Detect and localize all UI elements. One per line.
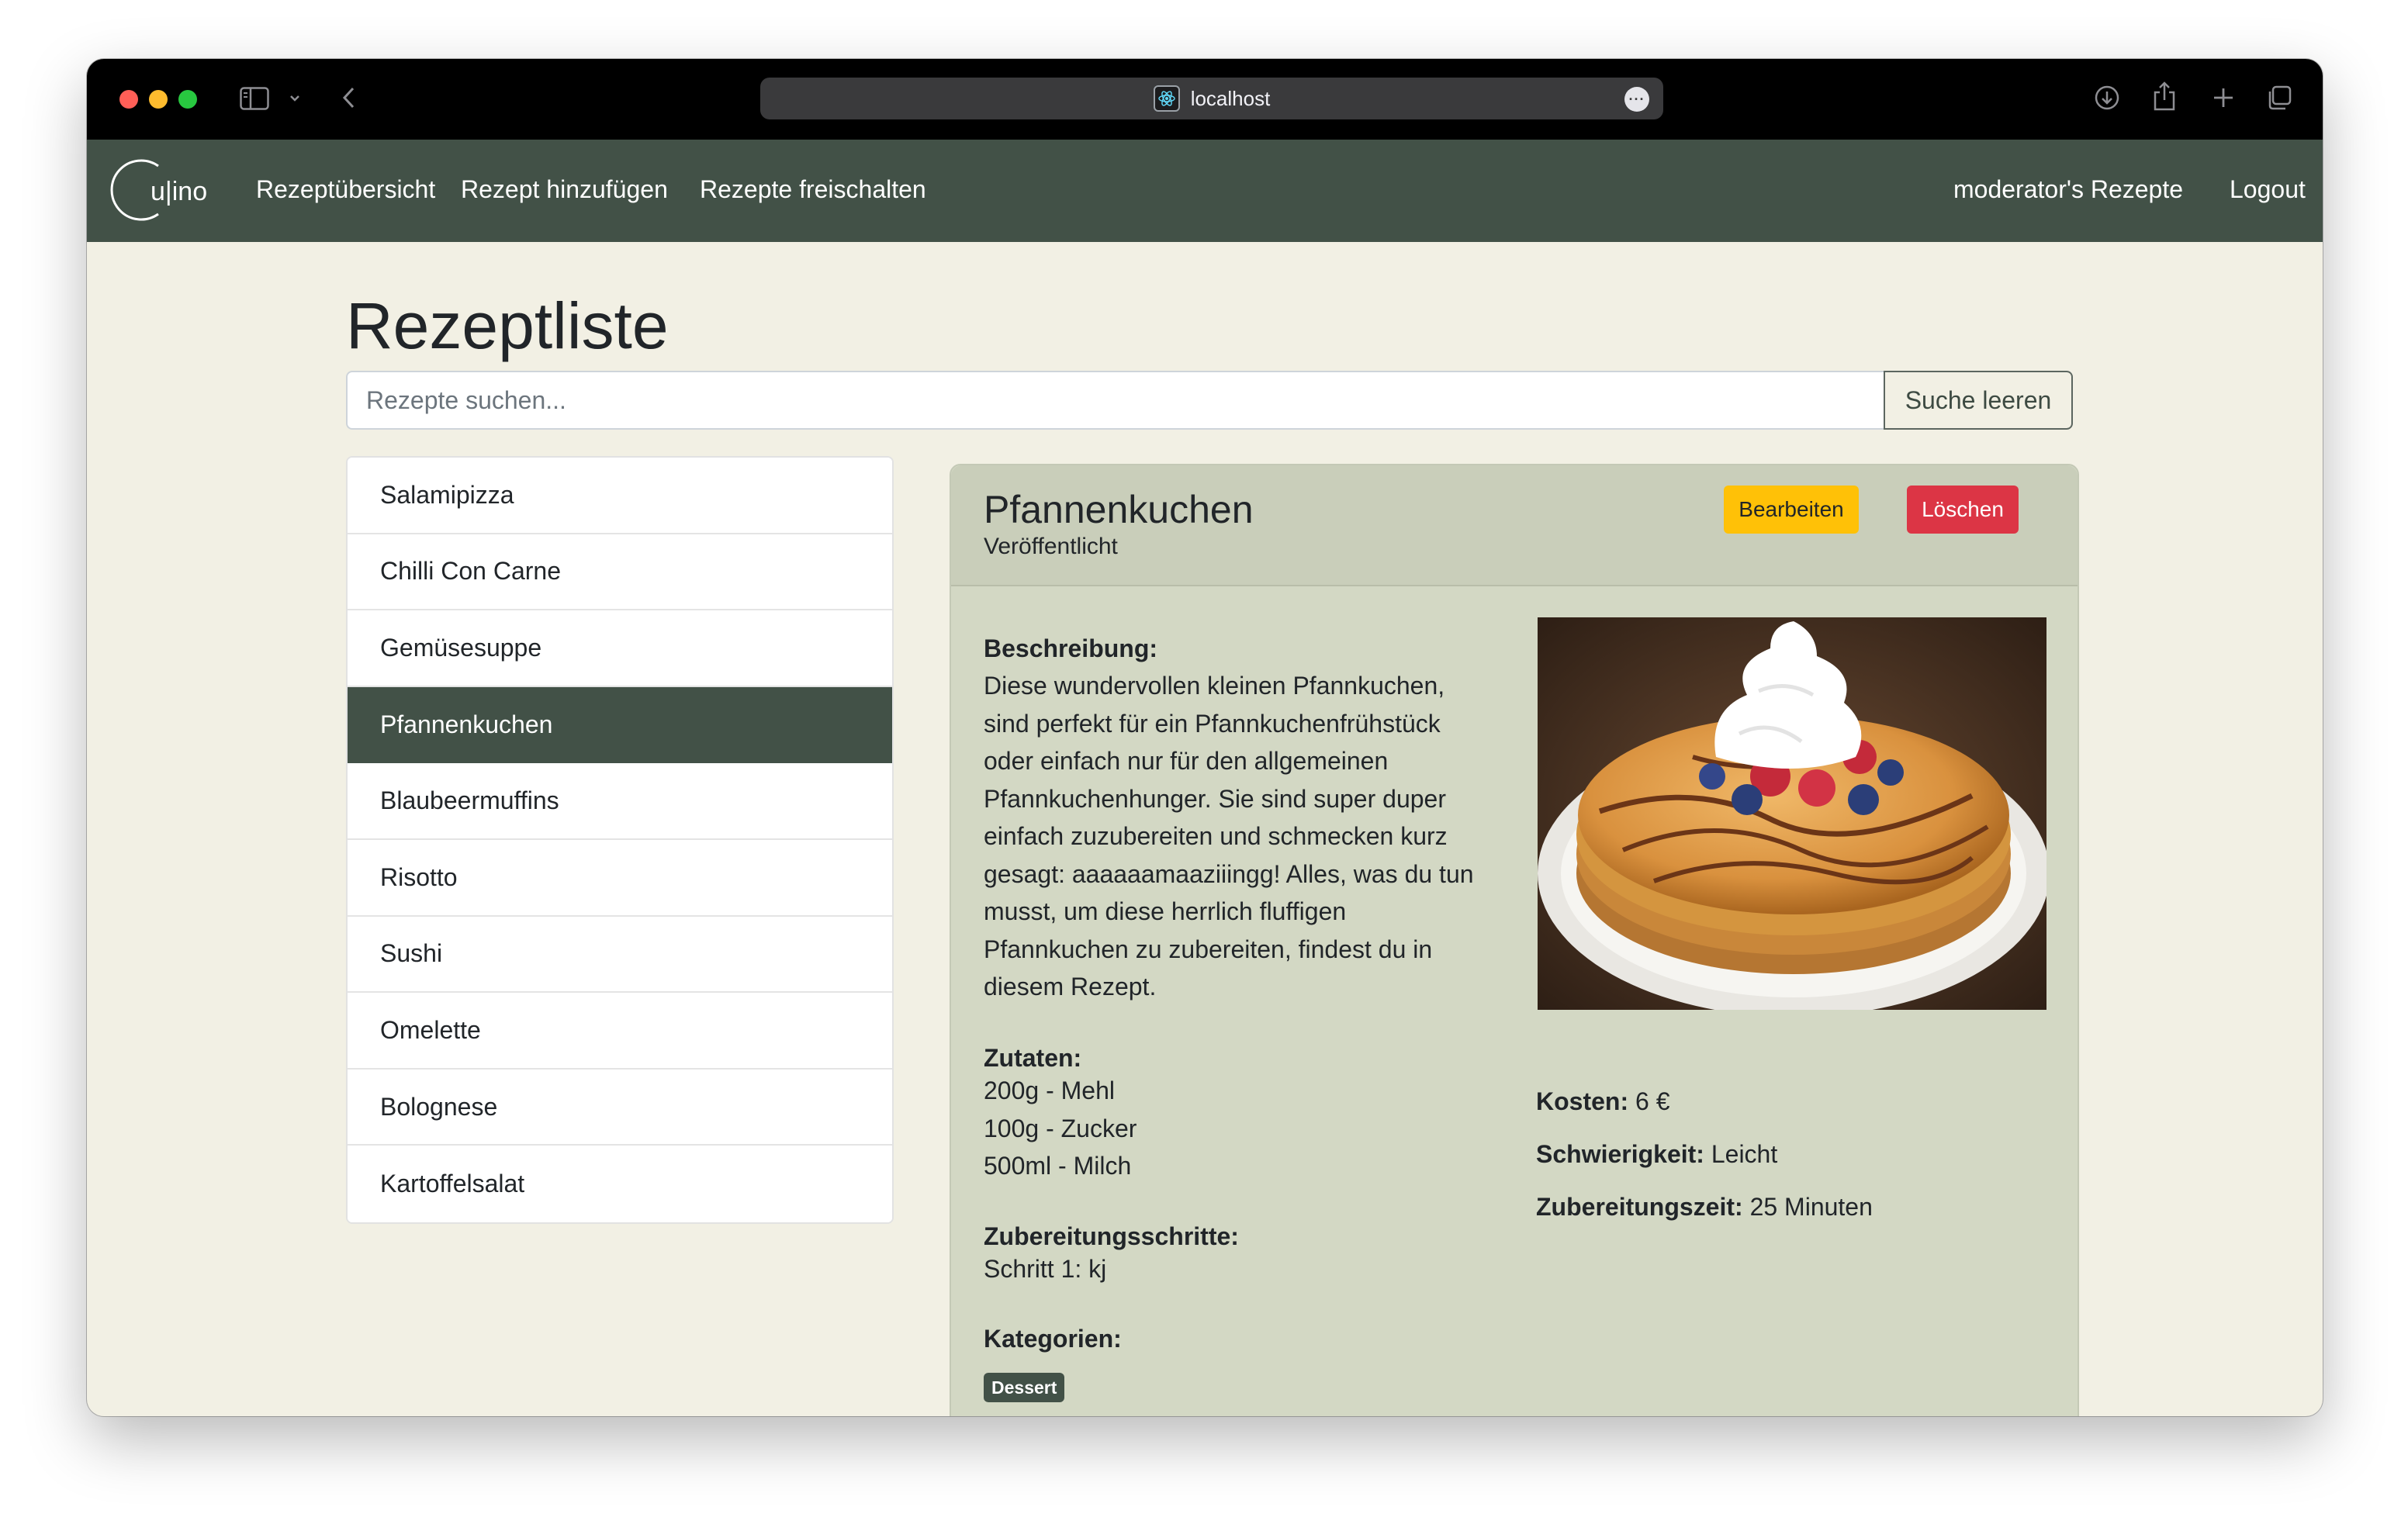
steps-list: Schritt 1: kj: [984, 1250, 1106, 1288]
recipe-detail-card: Pfannenkuchen Veröffentlicht Bearbeiten …: [950, 464, 2079, 1416]
recipe-image: [1538, 617, 2046, 1010]
description-line: einfach zuzubereiten und schmecken kurz: [984, 822, 1448, 850]
share-icon[interactable]: [2149, 79, 2180, 113]
time-value: 25 Minuten: [1749, 1193, 1873, 1221]
delete-button[interactable]: Löschen: [1907, 486, 2019, 534]
tab-overview-icon[interactable]: [2264, 82, 2295, 113]
recipe-list-item[interactable]: Sushi: [348, 916, 892, 994]
nav-recipe-overview[interactable]: Rezeptübersicht: [256, 175, 435, 204]
recipe-list-item[interactable]: Blaubeermuffins: [348, 763, 892, 840]
time-info: Zubereitungszeit: 25 Minuten: [1536, 1193, 1873, 1222]
description-label: Beschreibung:: [984, 634, 1158, 662]
recipe-title: Pfannenkuchen: [984, 488, 1254, 531]
recipe-status: Veröffentlicht: [984, 534, 1118, 559]
cost-value: 6 €: [1635, 1087, 1670, 1115]
brand-text: u|ino: [150, 177, 207, 206]
recipe-list-item[interactable]: Chilli Con Carne: [348, 534, 892, 611]
browser-window: localhost ··· u|ino Rezeptübersicht Reze…: [87, 59, 2323, 1416]
recipe-list-item[interactable]: Risotto: [348, 839, 892, 917]
chevron-down-icon[interactable]: [285, 85, 304, 112]
brand-logo[interactable]: u|ino: [110, 157, 227, 223]
difficulty-info: Schwierigkeit: Leicht: [1536, 1140, 1777, 1169]
ingredient-item: 500ml - Milch: [984, 1152, 1132, 1180]
description-line: diesem Rezept.: [984, 973, 1157, 1001]
description-line: musst, um diese herrlich fluffigen: [984, 897, 1347, 925]
nav-unlock-recipes[interactable]: Rezepte freischalten: [700, 175, 926, 204]
ingredient-item: 200g - Mehl: [984, 1077, 1115, 1104]
recipe-list-item[interactable]: Gemüsesuppe: [348, 610, 892, 687]
description-line: Pfannkuchen zu zubereiten, findest du in: [984, 935, 1433, 963]
edit-button[interactable]: Bearbeiten: [1724, 486, 1859, 534]
description-line: Diese wundervollen kleinen Pfannkuchen,: [984, 672, 1445, 700]
time-label: Zubereitungszeit:: [1536, 1193, 1743, 1221]
description-line: sind perfekt für ein Pfannkuchenfrühstüc…: [984, 709, 1441, 738]
url-text: localhost: [1190, 86, 1271, 110]
zoom-window-button[interactable]: [178, 90, 197, 109]
categories-label: Kategorien:: [984, 1325, 1122, 1353]
react-favicon-icon: [1153, 85, 1180, 112]
sidebar-toggle-icon[interactable]: [239, 85, 270, 112]
ingredients-list: 200g - Mehl 100g - Zucker 500ml - Milch: [984, 1072, 1137, 1185]
download-icon[interactable]: [2091, 82, 2123, 113]
search-input[interactable]: [346, 371, 1884, 430]
description-text: Diese wundervollen kleinen Pfannkuchen, s…: [984, 667, 1488, 1006]
description-line: gesagt: aaaaaamaaziiingg! Alles, was du …: [984, 859, 1474, 888]
difficulty-label: Schwierigkeit:: [1536, 1140, 1704, 1168]
app-navbar: u|ino Rezeptübersicht Rezept hinzufügen …: [87, 140, 2323, 242]
ingredient-item: 100g - Zucker: [984, 1114, 1137, 1142]
category-badge: Dessert: [984, 1373, 1065, 1402]
browser-titlebar: localhost ···: [87, 59, 2323, 140]
nav-my-recipes[interactable]: moderator's Rezepte: [1953, 175, 2183, 204]
difficulty-value: Leicht: [1711, 1140, 1778, 1168]
new-tab-icon[interactable]: [2208, 82, 2239, 113]
recipe-list-item[interactable]: Omelette: [348, 993, 892, 1070]
recipe-list-item[interactable]: Kartoffelsalat: [348, 1146, 892, 1222]
more-options-icon[interactable]: ···: [1624, 87, 1649, 112]
back-arrow-icon[interactable]: [334, 82, 365, 113]
clear-search-button[interactable]: Suche leeren: [1884, 371, 2073, 430]
recipe-list: Salamipizza Chilli Con Carne Gemüsesuppe Pf…: [346, 456, 894, 1224]
recipe-list-item[interactable]: Bolognese: [348, 1069, 892, 1146]
recipe-list-item[interactable]: Salamipizza: [348, 458, 892, 534]
address-bar[interactable]: localhost ···: [760, 78, 1663, 119]
description-line: Pfannkuchenhunger. Sie sind super duper: [984, 784, 1446, 813]
nav-add-recipe[interactable]: Rezept hinzufügen: [461, 175, 668, 204]
minimize-window-button[interactable]: [149, 90, 168, 109]
description-line: oder einfach nur für den allgemeinen: [984, 747, 1389, 775]
recipe-list-item[interactable]: Pfannenkuchen: [348, 686, 892, 764]
close-window-button[interactable]: [119, 90, 138, 109]
ingredients-label: Zutaten:: [984, 1044, 1082, 1072]
card-header: Pfannenkuchen Veröffentlicht Bearbeiten …: [951, 465, 2078, 586]
nav-logout[interactable]: Logout: [2230, 175, 2306, 204]
steps-label: Zubereitungsschritte:: [984, 1222, 1239, 1250]
page-title: Rezeptliste: [346, 289, 669, 362]
step-item: Schritt 1: kj: [984, 1255, 1107, 1283]
cost-info: Kosten: 6 €: [1536, 1087, 1669, 1116]
cost-label: Kosten:: [1536, 1087, 1629, 1115]
